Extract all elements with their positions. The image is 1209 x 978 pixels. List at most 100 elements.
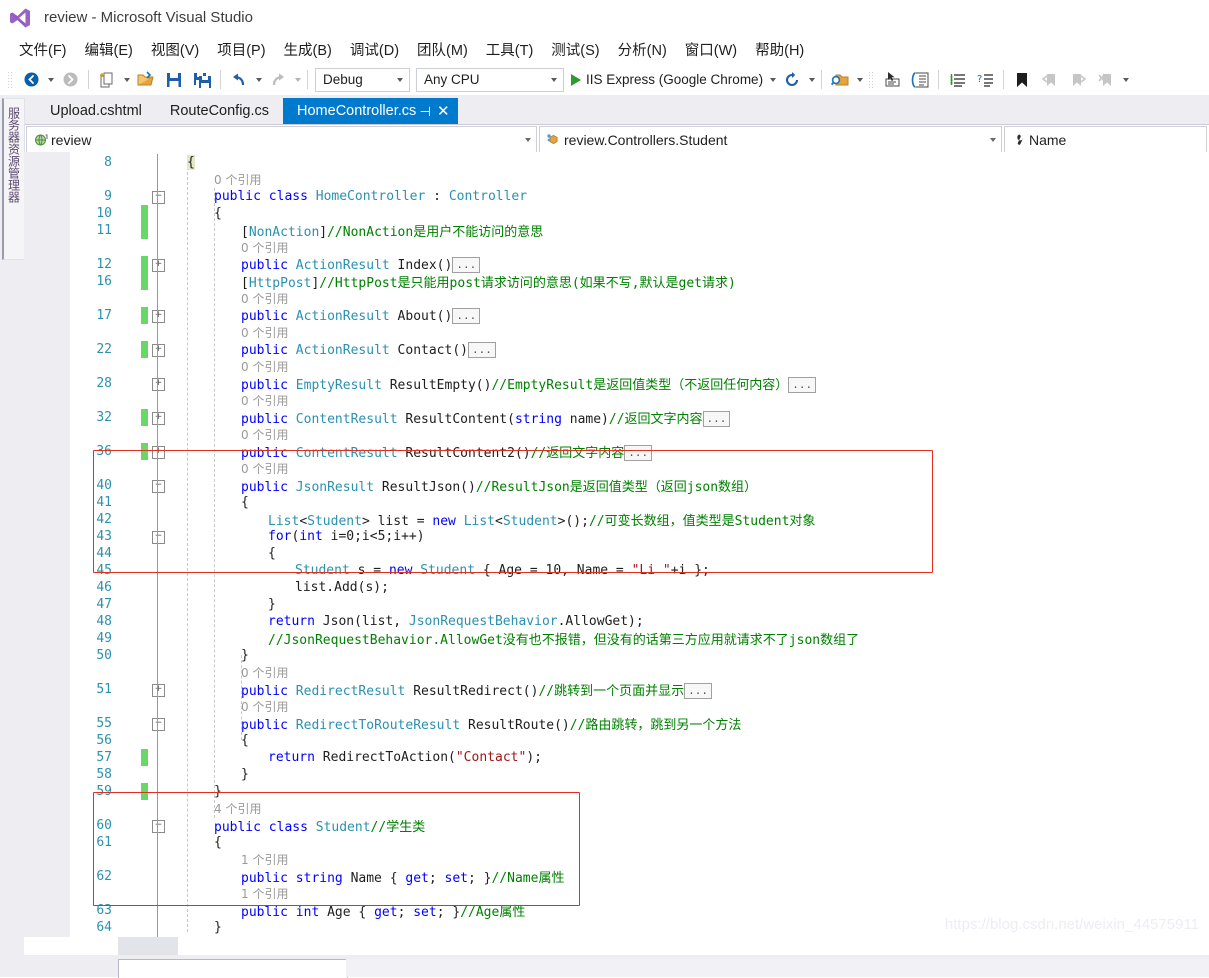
server-explorer-tab[interactable]: 服务器资源管理器 [2, 98, 25, 260]
codelens-reference-count[interactable]: 1 个引用 [241, 885, 288, 902]
codelens-reference-count[interactable]: 0 个引用 [241, 239, 288, 256]
codelens-reference-count[interactable]: 0 个引用 [214, 171, 261, 188]
expand-outline-button[interactable]: + [152, 259, 165, 272]
collapse-outline-button[interactable]: − [152, 718, 165, 731]
code-text: public RedirectResult ResultRedirect()//… [241, 680, 712, 699]
expand-outline-button[interactable]: + [152, 344, 165, 357]
redo-button[interactable] [264, 68, 292, 92]
codelens-reference-count[interactable]: 0 个引用 [241, 324, 288, 341]
line-number: 61 [96, 835, 112, 850]
code-editor[interactable]: 8{0 个引用 9− public class HomeController : C… [24, 152, 1209, 937]
refresh-dropdown[interactable] [806, 69, 817, 91]
codelens-reference-count[interactable]: 0 个引用 [241, 698, 288, 715]
menu-item-test[interactable]: 测试(S) [542, 37, 608, 62]
clear-bookmarks-button[interactable] [1092, 68, 1120, 92]
menu-item-help[interactable]: 帮助(H) [746, 37, 813, 62]
code-text: return Json(list, JsonRequestBehavior.Al… [268, 614, 644, 629]
code-text: [HttpPost]//HttpPost是只能用post请求访问的意思(如果不写… [241, 276, 736, 291]
new-item-dropdown[interactable] [121, 69, 132, 91]
pointer-select-button[interactable] [878, 68, 906, 92]
menu-item-window[interactable]: 窗口(W) [676, 37, 746, 62]
bookmark-icon [1017, 72, 1028, 87]
line-number: 58 [96, 767, 112, 782]
save-all-button[interactable] [188, 68, 216, 92]
expand-outline-button[interactable]: + [152, 378, 165, 391]
member-selector[interactable]: Name [1004, 126, 1207, 153]
menu-item-edit[interactable]: 编辑(E) [76, 37, 142, 62]
navigate-back-dropdown[interactable] [45, 69, 56, 91]
insert-snippet-button[interactable] [906, 68, 934, 92]
undo-dropdown[interactable] [253, 69, 264, 91]
toolbar-overflow-button[interactable] [1120, 69, 1131, 91]
line-number: 60 [96, 818, 112, 833]
watermark-text: https://blog.csdn.net/weixin_44575911 [944, 916, 1199, 933]
expand-outline-button[interactable]: + [152, 684, 165, 697]
menu-item-team[interactable]: 团队(M) [408, 37, 477, 62]
comment-selection-button[interactable] [943, 68, 971, 92]
start-debugging-dropdown[interactable] [767, 69, 778, 91]
menu-item-file[interactable]: 文件(F) [10, 37, 76, 62]
tab-routeconfig-cs[interactable]: RouteConfig.cs [156, 98, 283, 124]
toggle-bookmark-button[interactable] [1008, 68, 1036, 92]
codelens-reference-count[interactable]: 0 个引用 [241, 664, 288, 681]
collapse-outline-button[interactable]: − [152, 531, 165, 544]
next-bookmark-button[interactable] [1064, 68, 1092, 92]
code-text: public class Student//学生类 [214, 820, 426, 835]
previous-bookmark-button[interactable] [1036, 68, 1064, 92]
project-selector[interactable]: review [26, 126, 537, 153]
codelens-reference-count[interactable]: 1 个引用 [241, 851, 288, 868]
indent-guide [187, 172, 188, 932]
new-item-button[interactable] [93, 68, 121, 92]
codelens-reference-count[interactable]: 0 个引用 [241, 290, 288, 307]
codelens-reference-count[interactable]: 0 个引用 [241, 358, 288, 375]
menu-item-view[interactable]: 视图(V) [142, 37, 208, 62]
toolbar-grip[interactable] [868, 70, 876, 89]
find-in-files-button[interactable] [826, 68, 854, 92]
open-file-button[interactable] [132, 68, 160, 92]
save-button[interactable] [160, 68, 188, 92]
type-selector-value: review.Controllers.Student [564, 131, 728, 148]
line-number: 44 [96, 546, 112, 561]
line-number: 51 [96, 682, 112, 697]
codelens-reference-count[interactable]: 0 个引用 [241, 392, 288, 409]
codelens-reference-count[interactable]: 0 个引用 [241, 460, 288, 477]
tab-homecontroller-cs[interactable]: HomeController.cs ⊣ ✕ [283, 98, 459, 124]
code-surface[interactable]: 8{0 个引用 9− public class HomeController : C… [24, 152, 1209, 937]
codelens-reference-count[interactable]: 0 个引用 [241, 426, 288, 443]
collapse-outline-button[interactable]: − [152, 820, 165, 833]
collapse-outline-button[interactable]: − [152, 480, 165, 493]
navigate-back-button[interactable] [17, 68, 45, 92]
tab-label: HomeController.cs [297, 103, 417, 119]
menu-item-project[interactable]: 项目(P) [208, 37, 274, 62]
start-debugging-button[interactable]: IIS Express (Google Chrome) [567, 68, 767, 92]
redo-dropdown[interactable] [292, 69, 303, 91]
menu-item-build[interactable]: 生成(B) [275, 37, 341, 62]
pin-icon[interactable]: ⊣ [416, 105, 434, 118]
solution-configuration-combo[interactable]: Debug [315, 67, 410, 92]
line-number: 9 [104, 189, 112, 204]
codelens-row: 0 个引用 [24, 358, 1209, 375]
find-dropdown[interactable] [854, 69, 865, 91]
navigate-forward-button[interactable] [56, 68, 84, 92]
toolbar-grip[interactable] [7, 70, 14, 89]
type-selector[interactable]: review.Controllers.Student [539, 126, 1002, 153]
line-number: 49 [96, 631, 112, 646]
menu-item-tools[interactable]: 工具(T) [477, 37, 543, 62]
uncomment-selection-button[interactable]: ? [971, 68, 999, 92]
line-number: 43 [96, 529, 112, 544]
expand-outline-button[interactable]: + [152, 412, 165, 425]
close-icon[interactable]: ✕ [434, 104, 452, 119]
refresh-button[interactable] [778, 68, 806, 92]
expand-outline-button[interactable]: + [152, 310, 165, 323]
bottom-panel-tab[interactable] [118, 959, 348, 978]
collapse-outline-button[interactable]: − [152, 191, 165, 204]
menu-item-debug[interactable]: 调试(D) [341, 37, 408, 62]
line-number: 55 [96, 716, 112, 731]
undo-button[interactable] [225, 68, 253, 92]
solution-platform-combo[interactable]: Any CPU [416, 67, 564, 92]
menu-item-analyze[interactable]: 分析(N) [609, 37, 676, 62]
tab-upload-cshtml[interactable]: Upload.cshtml [36, 98, 156, 124]
codelens-reference-count[interactable]: 4 个引用 [214, 800, 261, 817]
expand-outline-button[interactable]: + [152, 446, 165, 459]
chevron-down-icon [985, 138, 1001, 142]
